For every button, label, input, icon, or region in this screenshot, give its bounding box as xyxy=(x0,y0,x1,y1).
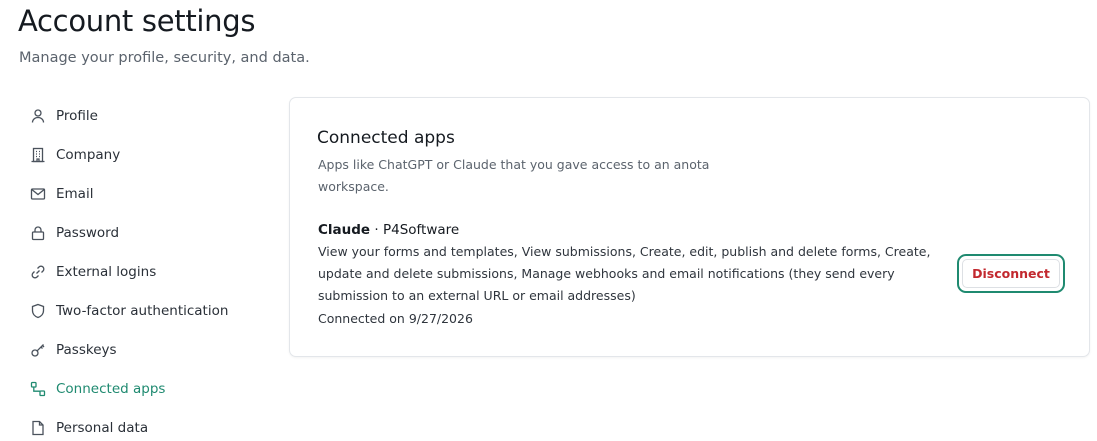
link-icon xyxy=(30,264,46,280)
shield-icon xyxy=(30,303,46,319)
account-settings-page: Account settings Manage your profile, se… xyxy=(0,0,1097,441)
sidebar-item-passkeys[interactable]: Passkeys xyxy=(20,330,270,369)
disconnect-focus-ring: Disconnect xyxy=(957,254,1065,293)
sidebar-item-label: Password xyxy=(56,224,120,241)
sidebar-item-label: External logins xyxy=(56,263,157,280)
page-title: Account settings xyxy=(18,4,256,38)
sidebar-item-label: Email xyxy=(56,185,94,202)
app-connected-date: Connected on 9/27/2026 xyxy=(318,311,473,326)
settings-sidebar: Profile Company Email Password External … xyxy=(20,96,270,441)
lock-icon xyxy=(30,225,46,241)
app-permissions: View your forms and templates, View subm… xyxy=(318,244,931,303)
app-name: Claude xyxy=(318,222,371,238)
app-publisher: P4Software xyxy=(382,222,460,238)
connected-apps-card: Connected apps Apps like ChatGPT or Clau… xyxy=(289,97,1090,357)
sidebar-item-password[interactable]: Password xyxy=(20,213,270,252)
sidebar-item-external-logins[interactable]: External logins xyxy=(20,252,270,291)
sidebar-item-company[interactable]: Company xyxy=(20,135,270,174)
key-icon xyxy=(30,342,46,358)
page-subtitle: Manage your profile, security, and data. xyxy=(19,50,310,66)
disconnect-button[interactable]: Disconnect xyxy=(962,259,1060,288)
sidebar-item-label: Connected apps xyxy=(56,380,166,397)
sidebar-item-label: Personal data xyxy=(56,419,149,436)
user-icon xyxy=(30,108,46,124)
sidebar-item-profile[interactable]: Profile xyxy=(20,96,270,135)
building-icon xyxy=(30,147,46,163)
sidebar-item-connected-apps[interactable]: Connected apps xyxy=(20,369,270,408)
card-description: Apps like ChatGPT or Claude that you gav… xyxy=(318,157,710,194)
connected-app-item: Claude · P4Software View your forms and … xyxy=(318,219,938,330)
app-separator: · xyxy=(374,222,379,238)
sidebar-item-email[interactable]: Email xyxy=(20,174,270,213)
connected-apps-icon xyxy=(30,381,46,397)
mail-icon xyxy=(30,186,46,202)
sidebar-item-two-factor[interactable]: Two-factor authentication xyxy=(20,291,270,330)
sidebar-item-label: Passkeys xyxy=(56,341,117,358)
sidebar-item-label: Two-factor authentication xyxy=(56,302,229,319)
sidebar-item-label: Company xyxy=(56,146,121,163)
sidebar-item-personal-data[interactable]: Personal data xyxy=(20,408,270,441)
file-icon xyxy=(30,420,46,436)
sidebar-item-label: Profile xyxy=(56,107,98,124)
app-header: Claude · P4Software xyxy=(318,219,938,241)
card-title: Connected apps xyxy=(317,128,455,148)
